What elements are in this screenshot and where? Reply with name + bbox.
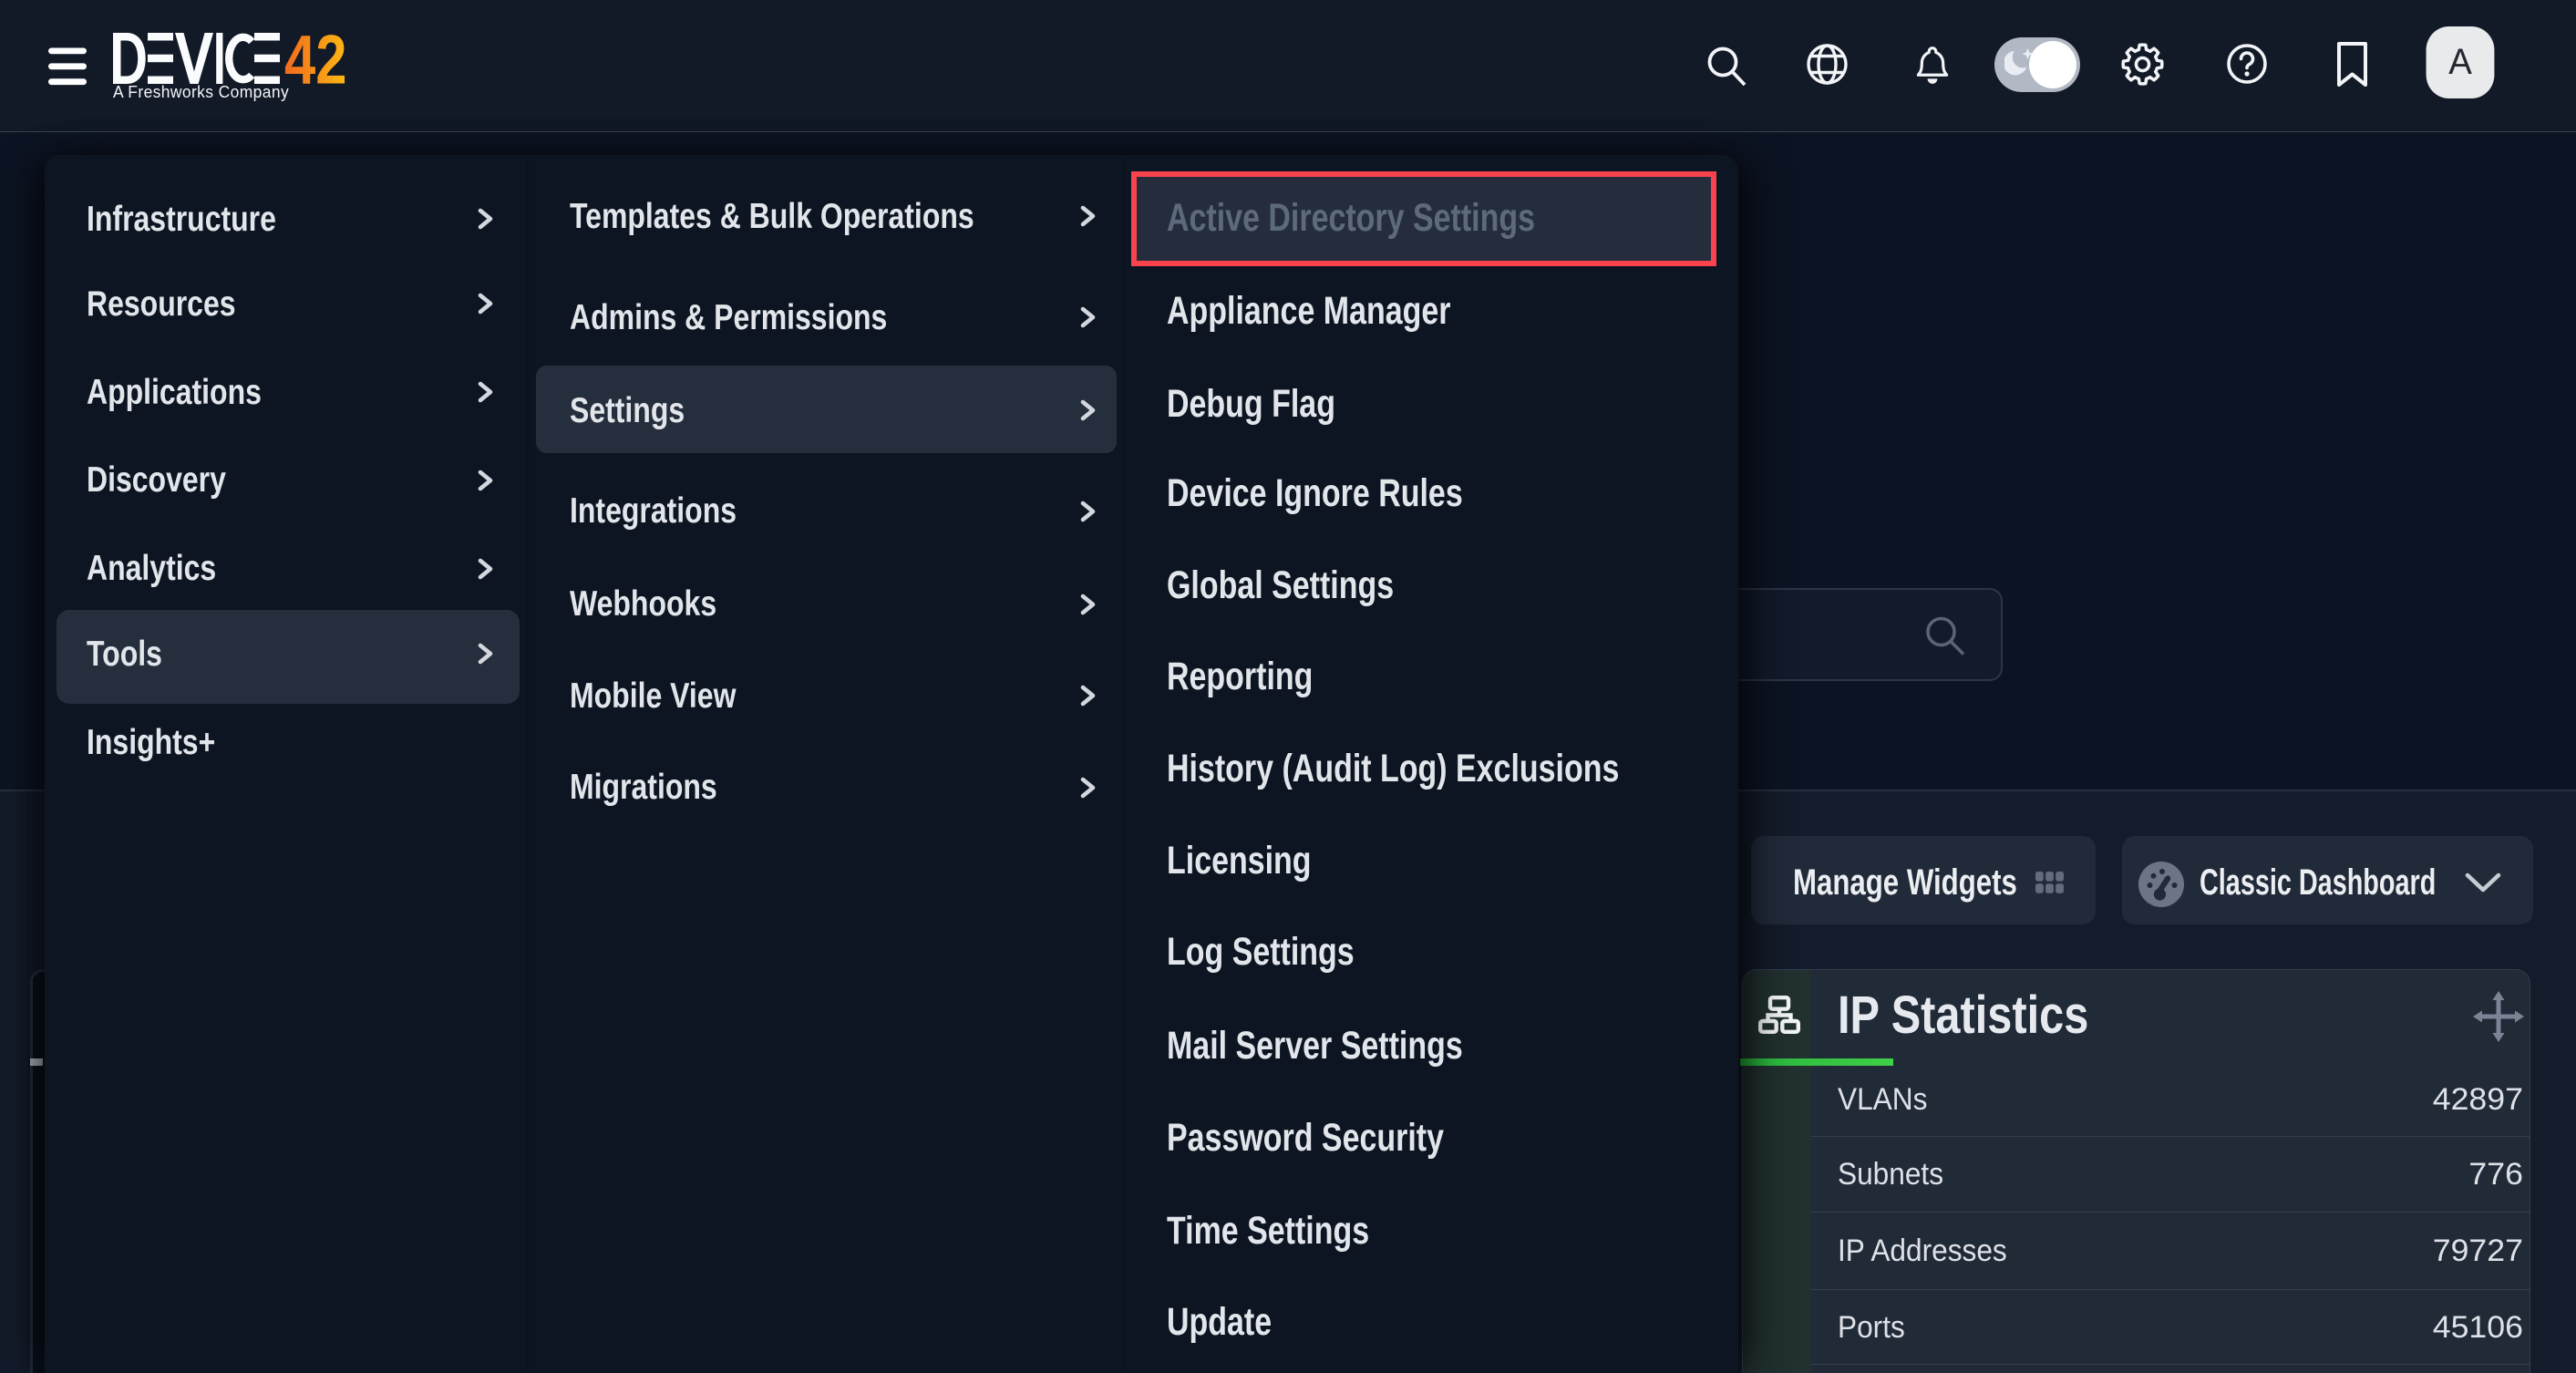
svg-text:42: 42 xyxy=(284,33,346,84)
